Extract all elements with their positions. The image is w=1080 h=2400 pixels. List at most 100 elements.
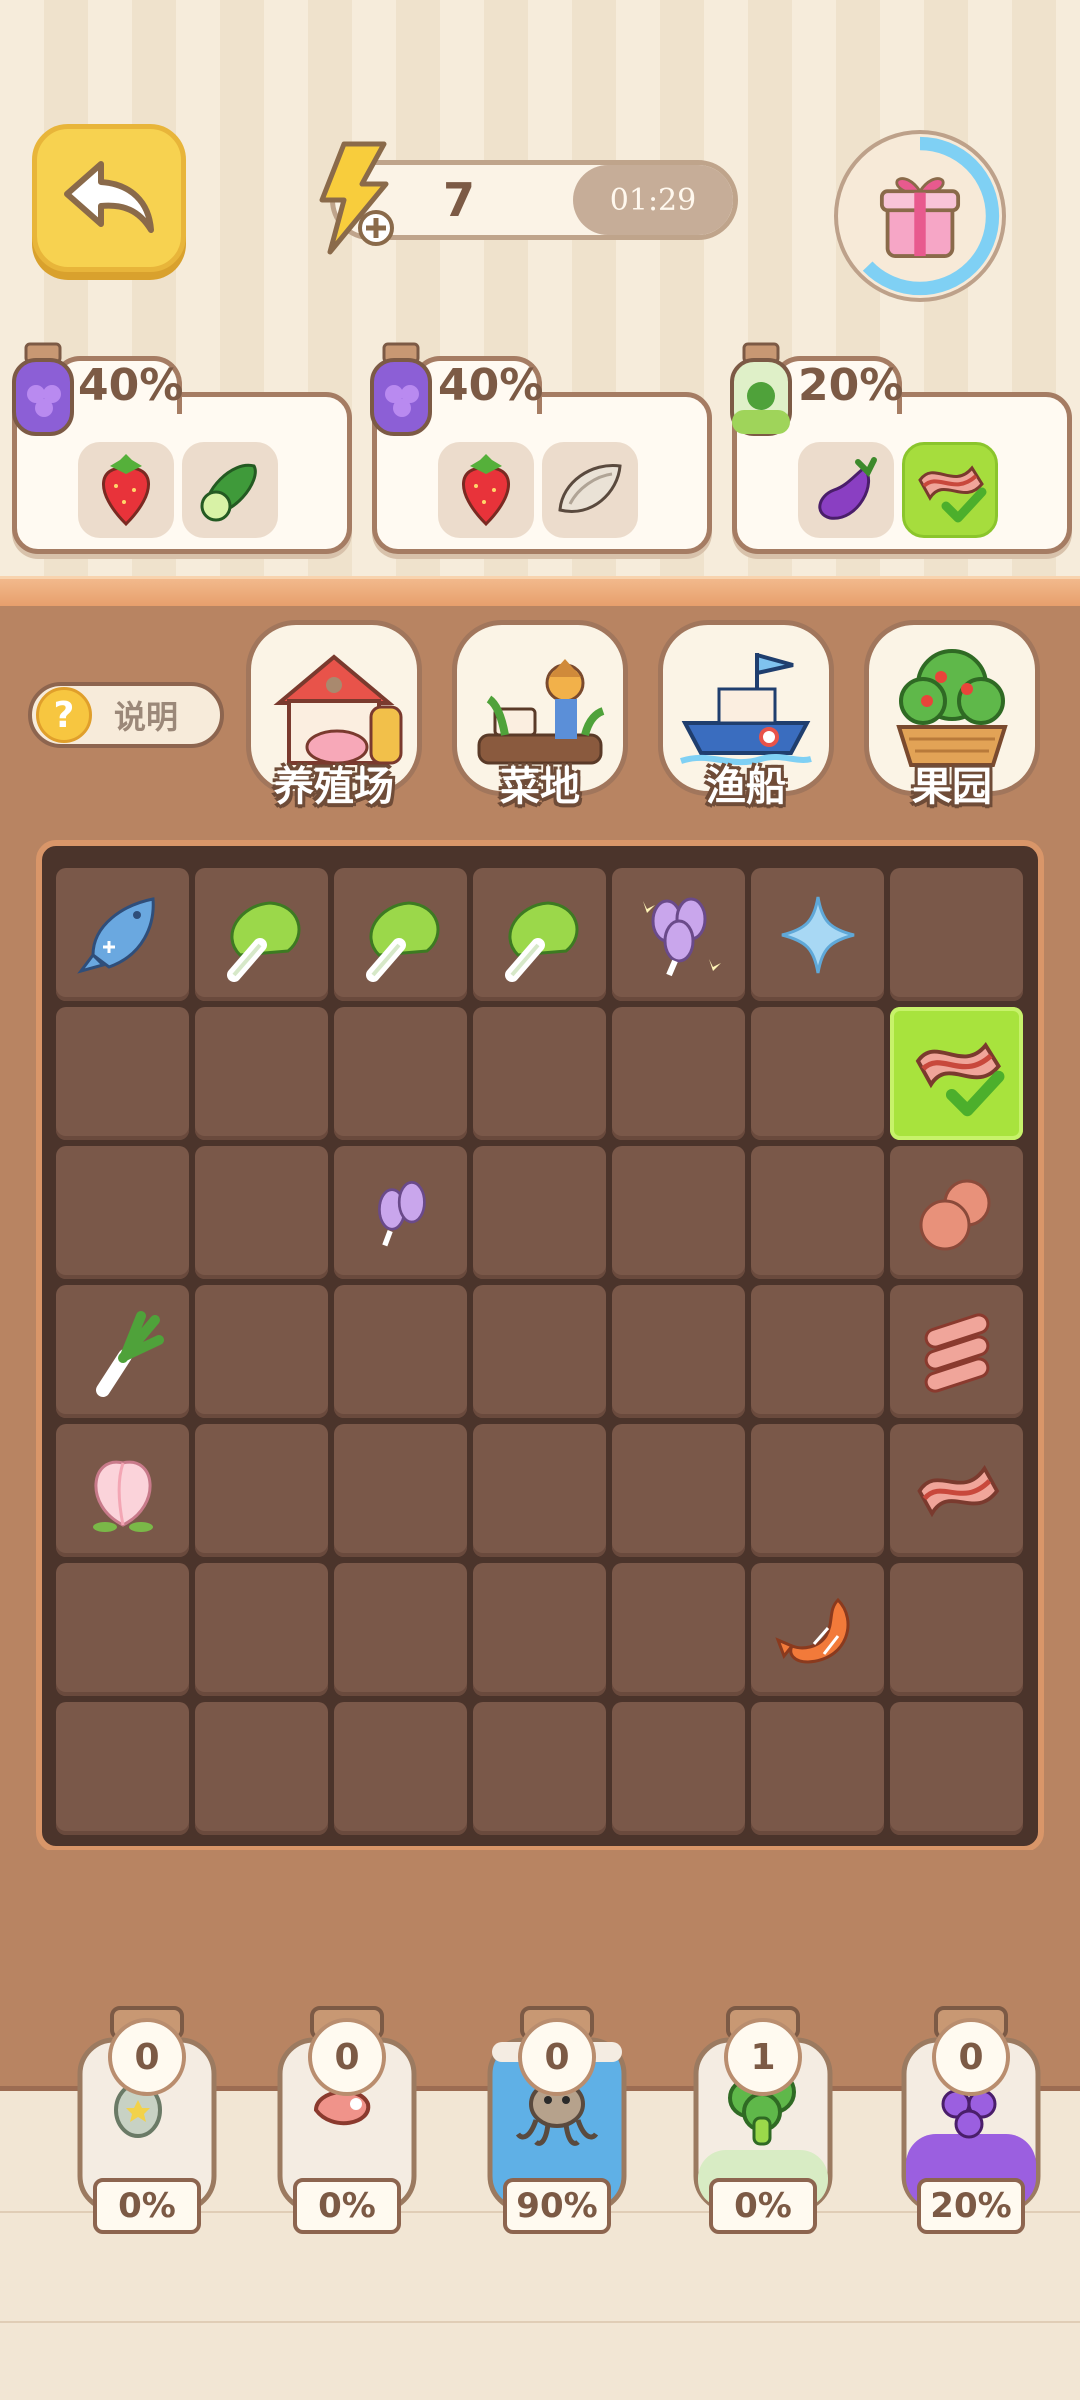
vegetable-jar-icon <box>730 342 792 436</box>
grape-jar-icon <box>370 342 432 436</box>
grid-cell[interactable] <box>751 868 884 1001</box>
purple-radish-icon[interactable] <box>356 1168 446 1258</box>
grid-cell[interactable] <box>612 868 745 1001</box>
jar-progress: 0% <box>93 2178 201 2234</box>
order-item-slot <box>78 442 174 538</box>
category-boat-label: 渔船 <box>706 764 786 810</box>
grid-cell[interactable] <box>751 1563 884 1696</box>
grid-cell[interactable] <box>751 1007 884 1140</box>
grid-cell[interactable] <box>56 1702 189 1835</box>
sparkle-icon[interactable] <box>768 885 868 985</box>
grid-cell[interactable] <box>195 1424 328 1557</box>
grid-cell[interactable] <box>612 1563 745 1696</box>
grid-cell[interactable] <box>195 1285 328 1418</box>
jar-count: 0 <box>518 2018 596 2096</box>
wall-trim <box>0 576 1080 606</box>
grid-cell[interactable] <box>890 1285 1023 1418</box>
leek-icon[interactable] <box>73 1302 173 1402</box>
grid-cell-highlighted[interactable] <box>890 1007 1023 1140</box>
bacon-check-icon[interactable] <box>905 1022 1009 1126</box>
grid-cell[interactable] <box>473 1424 606 1557</box>
grid-cell[interactable] <box>473 1146 606 1279</box>
grid-cell[interactable] <box>334 1285 467 1418</box>
grid-cell[interactable] <box>890 1424 1023 1557</box>
jar-count: 0 <box>108 2018 186 2096</box>
grid-cell[interactable] <box>334 868 467 1001</box>
energy-timer: 01:29 <box>609 182 697 218</box>
grid-cell[interactable] <box>612 1424 745 1557</box>
grid-cell[interactable] <box>612 1007 745 1140</box>
grid-cell[interactable] <box>751 1424 884 1557</box>
bacon-icon[interactable] <box>907 1441 1007 1541</box>
eggplant-icon <box>818 457 877 520</box>
cucumber-icon <box>200 463 257 522</box>
jar-count: 1 <box>724 2018 802 2096</box>
jar-progress: 0% <box>709 2178 817 2234</box>
bacon-check-icon <box>918 465 987 523</box>
peach-icon[interactable] <box>73 1441 173 1541</box>
grid-cell[interactable] <box>195 1702 328 1835</box>
cabbage-icon[interactable] <box>488 885 592 985</box>
order-progress: 40% <box>78 360 184 411</box>
order-item-slot-completed <box>902 442 998 538</box>
energy-plus-bolt-icon[interactable] <box>310 140 400 260</box>
grid-cell[interactable] <box>195 1007 328 1140</box>
category-field-label: 菜地 <box>500 764 580 810</box>
help-button[interactable]: ? 说明 <box>28 682 224 748</box>
category-orchard-label: 果园 <box>912 764 992 810</box>
category-farm-label: 养殖场 <box>274 764 394 810</box>
grid-cell[interactable] <box>56 1563 189 1696</box>
back-button[interactable] <box>32 124 186 272</box>
shrimp-icon[interactable] <box>768 1580 868 1680</box>
grid-cell[interactable] <box>751 1702 884 1835</box>
order-item-slot <box>438 442 534 538</box>
order-progress: 20% <box>798 360 904 411</box>
grape-jar-icon <box>12 342 74 436</box>
fish-icon[interactable] <box>73 885 173 985</box>
jar-progress: 90% <box>503 2178 611 2234</box>
jar-progress: 20% <box>917 2178 1025 2234</box>
grid-cell[interactable] <box>473 1007 606 1140</box>
grid-cell[interactable] <box>473 868 606 1001</box>
grid-cell[interactable] <box>473 1563 606 1696</box>
grid-cell[interactable] <box>890 868 1023 1001</box>
grid-cell[interactable] <box>334 1702 467 1835</box>
grid-cell[interactable] <box>195 1563 328 1696</box>
grid-cell[interactable] <box>334 1424 467 1557</box>
jar-count: 0 <box>932 2018 1010 2096</box>
cabbage-icon[interactable] <box>349 885 453 985</box>
grid-cell[interactable] <box>473 1702 606 1835</box>
purple-radish-bunch-icon[interactable] <box>629 885 729 985</box>
grid-cell[interactable] <box>751 1146 884 1279</box>
meat-rolls-icon[interactable] <box>907 1302 1007 1402</box>
grid-cell[interactable] <box>334 1146 467 1279</box>
grid-cell[interactable] <box>751 1285 884 1418</box>
strawberry-icon <box>102 454 150 527</box>
order-progress: 40% <box>438 360 544 411</box>
help-label: 说明 <box>114 698 179 736</box>
grid-cell[interactable] <box>890 1702 1023 1835</box>
grid-cell[interactable] <box>195 868 328 1001</box>
grid-cell[interactable] <box>890 1146 1023 1279</box>
meatballs-icon[interactable] <box>907 1163 1007 1263</box>
grid-cell[interactable] <box>56 1285 189 1418</box>
gift-reward-button[interactable] <box>834 130 1006 302</box>
grid-cell[interactable] <box>612 1146 745 1279</box>
order-item-slot <box>798 442 894 538</box>
grid-cell[interactable] <box>56 1007 189 1140</box>
grid-cell[interactable] <box>612 1702 745 1835</box>
question-icon: ? <box>36 687 92 743</box>
grid-cell[interactable] <box>56 1424 189 1557</box>
grid-cell[interactable] <box>334 1563 467 1696</box>
grid-cell[interactable] <box>890 1563 1023 1696</box>
back-arrow-icon <box>64 161 154 233</box>
grid-cell[interactable] <box>195 1146 328 1279</box>
grid-cell[interactable] <box>56 1146 189 1279</box>
grid-cell[interactable] <box>473 1285 606 1418</box>
grid-cell[interactable] <box>56 868 189 1001</box>
oyster-icon <box>558 464 622 513</box>
cabbage-icon[interactable] <box>210 885 314 985</box>
gift-icon <box>840 136 1000 296</box>
grid-cell[interactable] <box>334 1007 467 1140</box>
grid-cell[interactable] <box>612 1285 745 1418</box>
